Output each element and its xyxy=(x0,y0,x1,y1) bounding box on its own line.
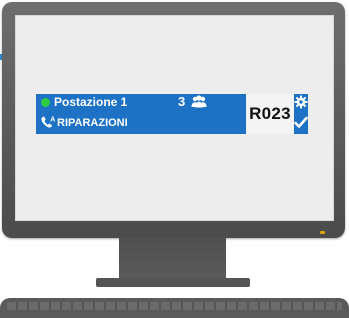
ticket-number: R023 xyxy=(246,94,294,134)
phone-badge: A xyxy=(50,116,55,123)
queue-count: 3 xyxy=(178,94,186,109)
gear-icon[interactable] xyxy=(294,95,308,109)
status-dot-icon xyxy=(41,98,50,107)
keyboard xyxy=(0,298,349,318)
keyboard-keys xyxy=(7,302,342,310)
station-label: Postazione 1 xyxy=(54,95,128,109)
ticket-actions xyxy=(294,94,308,134)
check-icon[interactable] xyxy=(294,116,308,129)
phone-call-icon: A xyxy=(41,116,55,128)
power-indicator xyxy=(320,231,325,234)
ticket-call-panel: Postazione 1 3 A RIPARAZIONI R023 xyxy=(36,94,308,134)
monitor-base xyxy=(96,278,250,287)
ticket-info: Postazione 1 3 A RIPARAZIONI xyxy=(36,94,246,134)
service-label: RIPARAZIONI xyxy=(57,117,128,129)
people-icon xyxy=(191,95,207,108)
